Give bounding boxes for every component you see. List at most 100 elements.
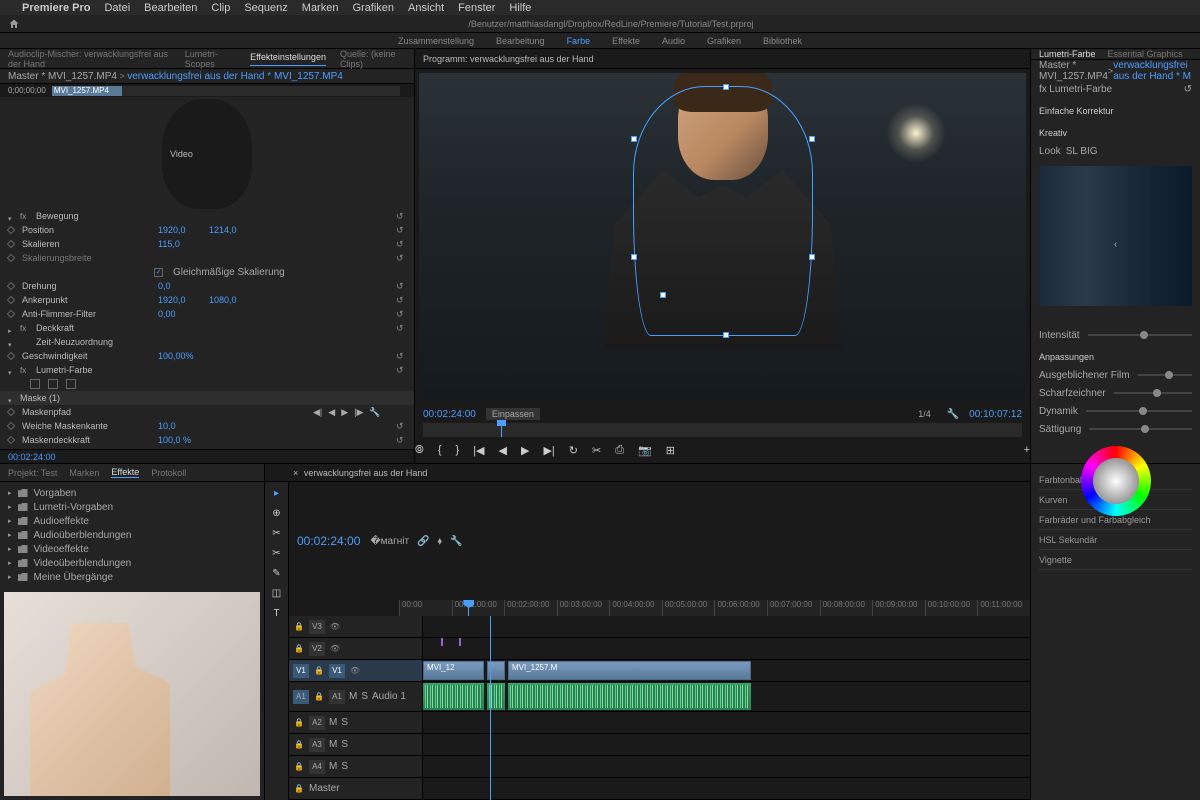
track-area[interactable]: MVI_12 MVI_1257.M <box>423 616 1030 800</box>
video-clip[interactable]: MVI_12 <box>423 661 484 680</box>
compare-icon[interactable]: ⊞ <box>666 444 675 457</box>
playhead-icon[interactable] <box>468 600 469 616</box>
bin-item[interactable]: Audioüberblendungen <box>8 528 256 542</box>
extract-icon[interactable]: ⎙ <box>615 444 624 457</box>
lift-icon[interactable]: ✂ <box>592 444 601 457</box>
tab-history[interactable]: Protokoll <box>151 468 186 478</box>
shadow-tint-wheel[interactable] <box>1081 446 1151 516</box>
timeline-timecode[interactable]: 00:02:24:00 <box>297 534 360 548</box>
track-header-a3[interactable]: 🔒A3MS <box>289 734 422 756</box>
ws-assembly[interactable]: Zusammenstellung <box>398 36 474 46</box>
pen-tool-icon[interactable]: ✎ <box>270 566 284 580</box>
tab-effects[interactable]: Effekte <box>111 467 139 478</box>
vibrance-slider[interactable] <box>1086 410 1192 412</box>
ripple-tool-icon[interactable]: ✂ <box>270 526 284 540</box>
ws-effects[interactable]: Effekte <box>612 36 640 46</box>
settings-icon[interactable]: 🔧 <box>450 536 462 547</box>
hand-tool-icon[interactable]: ◫ <box>270 586 284 600</box>
menu-clip[interactable]: Clip <box>211 2 230 14</box>
prev-look-icon[interactable]: ‹ <box>1114 239 1117 250</box>
menu-markers[interactable]: Marken <box>302 2 339 14</box>
ws-color[interactable]: Farbe <box>567 36 591 46</box>
section-basic[interactable]: Einfache Korrektur <box>1039 104 1192 118</box>
section-creative[interactable]: Kreativ <box>1039 126 1192 140</box>
in-point-icon[interactable]: { <box>438 444 442 456</box>
resolution-dropdown[interactable]: 1/4 <box>918 409 931 419</box>
menu-file[interactable]: Datei <box>104 2 130 14</box>
fx-motion[interactable]: Bewegung <box>36 211 166 221</box>
menu-edit[interactable]: Bearbeiten <box>144 2 197 14</box>
tab-essential-graphics[interactable]: Essential Graphics <box>1108 49 1183 59</box>
pen-mask-icon[interactable] <box>66 379 76 389</box>
menu-help[interactable]: Hilfe <box>509 2 531 14</box>
fx-lumetri[interactable]: Lumetri-Farbe <box>36 365 166 375</box>
track-select-tool-icon[interactable]: ⊕ <box>270 506 284 520</box>
scale-val[interactable]: 115,0 <box>158 239 203 249</box>
sequence-tab[interactable]: verwacklungsfrei aus der Hand <box>304 468 428 478</box>
mask-1[interactable]: Maske (1) <box>20 393 150 403</box>
ec-timecode[interactable]: 00:02:24:00 <box>8 452 56 462</box>
razor-tool-icon[interactable]: ✂ <box>270 546 284 560</box>
track-back-icon[interactable]: ◀| <box>313 407 322 418</box>
tab-lumetri-color[interactable]: Lumetri-Farbe <box>1039 49 1096 59</box>
section-adjust[interactable]: Anpassungen <box>1039 350 1192 364</box>
tab-markers[interactable]: Marken <box>69 468 99 478</box>
menu-graphics[interactable]: Grafiken <box>352 2 394 14</box>
bin-item[interactable]: Meine Übergänge <box>8 570 256 584</box>
program-tc-out[interactable]: 00:10:07:12 <box>969 409 1022 420</box>
track-header-a4[interactable]: 🔒A4MS <box>289 756 422 778</box>
tab-source[interactable]: Quelle: (keine Clips) <box>340 49 406 69</box>
menu-view[interactable]: Ansicht <box>408 2 444 14</box>
menu-sequence[interactable]: Sequenz <box>244 2 287 14</box>
program-timebar[interactable] <box>423 423 1022 437</box>
play-icon[interactable]: ▶ <box>521 444 529 457</box>
home-icon[interactable] <box>8 18 20 30</box>
bin-item[interactable]: Videoeffekte <box>8 542 256 556</box>
step-fwd-icon[interactable]: ▶| <box>543 444 554 457</box>
tab-effect-controls[interactable]: Effekteinstellungen <box>250 52 326 66</box>
menu-window[interactable]: Fenster <box>458 2 495 14</box>
fx-timeremap[interactable]: Zeit-Neuzuordnung <box>36 337 166 347</box>
position-y[interactable]: 1214,0 <box>209 225 237 235</box>
selection-tool-icon[interactable]: ▸ <box>270 486 284 500</box>
step-back-icon[interactable]: ◀ <box>499 444 507 457</box>
timeline-playhead[interactable] <box>490 616 491 800</box>
playhead-icon[interactable] <box>501 423 502 437</box>
section-vignette[interactable]: Vignette <box>1039 550 1192 570</box>
time-ruler[interactable]: 00:0000:01:00:0000:02:00:0000:03:00:0000… <box>399 600 1030 616</box>
app-name[interactable]: Premiere Pro <box>22 2 90 14</box>
bin-item[interactable]: Videoüberblendungen <box>8 556 256 570</box>
ec-mini-timeline[interactable]: 0;00;00;00 MVI_1257.MP4 <box>0 83 414 97</box>
fx-opacity[interactable]: Deckkraft <box>36 323 166 333</box>
reset-icon[interactable] <box>396 211 406 221</box>
bin-item[interactable]: Vorgaben <box>8 486 256 500</box>
track-play-icon[interactable]: ▶ <box>341 407 348 418</box>
export-frame-icon[interactable]: 📷 <box>638 444 652 457</box>
ec-clip-chip[interactable]: MVI_1257.MP4 <box>52 86 122 96</box>
audio-clip[interactable] <box>508 683 751 710</box>
uniform-scale-checkbox[interactable]: ✓ <box>154 268 163 277</box>
ws-library[interactable]: Bibliothek <box>763 36 802 46</box>
video-clip[interactable]: MVI_1257.M <box>508 661 751 680</box>
bin-item[interactable]: Audioeffekte <box>8 514 256 528</box>
marker-icon[interactable]: ⬧ <box>438 536 443 547</box>
ws-graphics[interactable]: Grafiken <box>707 36 741 46</box>
goto-out-icon[interactable]: ↻ <box>569 444 578 457</box>
track-header-a1[interactable]: A1🔒A1MSAudio 1 <box>289 682 422 712</box>
clip-marker[interactable] <box>441 638 443 646</box>
marker-icon[interactable]: ⦾ <box>415 444 424 457</box>
sharpen-slider[interactable] <box>1114 392 1192 394</box>
track-header-a2[interactable]: 🔒A2MS <box>289 712 422 734</box>
reset-icon[interactable]: ↺ <box>1184 84 1192 95</box>
source-preview[interactable] <box>4 592 260 796</box>
bin-item[interactable]: Lumetri-Vorgaben <box>8 500 256 514</box>
goto-in-icon[interactable]: |◀ <box>473 444 484 457</box>
ws-audio[interactable]: Audio <box>662 36 685 46</box>
fit-dropdown[interactable]: Einpassen <box>486 408 540 420</box>
audio-clip[interactable] <box>423 683 484 710</box>
look-dropdown[interactable]: SL BIG <box>1066 146 1098 157</box>
section-hsl[interactable]: HSL Sekundär <box>1039 530 1192 550</box>
program-tc-in[interactable]: 00:02:24:00 <box>423 409 476 420</box>
program-monitor[interactable] <box>419 73 1026 401</box>
track-header-master[interactable]: 🔒Master <box>289 778 422 800</box>
